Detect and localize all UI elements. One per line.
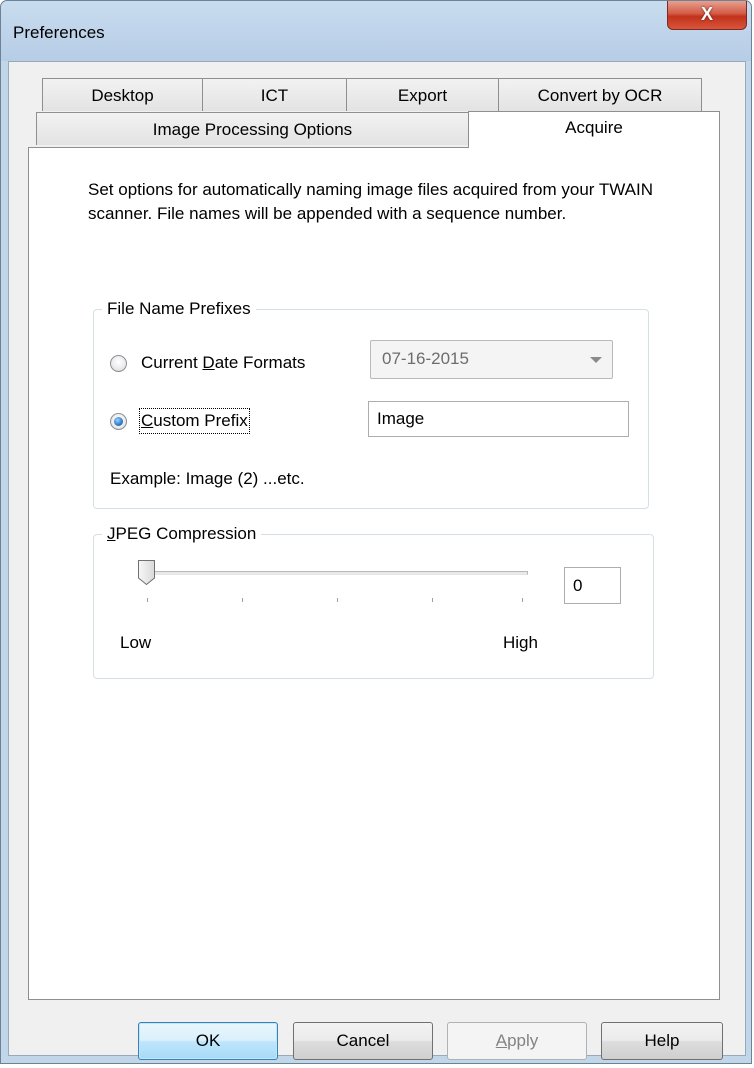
tab-ict[interactable]: ICT xyxy=(202,78,347,111)
ok-button[interactable]: OK xyxy=(138,1022,278,1060)
example-text: Example: Image (2) ...etc. xyxy=(110,469,305,488)
tab-image-processing-options[interactable]: Image Processing Options xyxy=(36,112,469,145)
slider-tick xyxy=(432,598,433,602)
close-icon: X xyxy=(700,4,713,24)
slider-tick xyxy=(337,598,338,602)
apply-button[interactable]: Apply xyxy=(447,1022,587,1060)
jpeg-compression-value-input[interactable] xyxy=(564,567,621,604)
slider-tick xyxy=(147,598,148,602)
slider-high-label: High xyxy=(503,633,538,652)
current-date-formats-radio[interactable] xyxy=(110,355,127,372)
acquire-description: Set options for automatically naming ima… xyxy=(88,180,654,223)
custom-prefix-radio[interactable] xyxy=(110,413,127,430)
tab-convert-by-ocr[interactable]: Convert by OCR xyxy=(498,78,702,111)
close-button[interactable]: X xyxy=(667,1,747,30)
jpeg-compression-group xyxy=(93,534,654,679)
file-name-prefixes-label: File Name Prefixes xyxy=(102,299,256,319)
current-date-formats-label[interactable]: Current Date Formats xyxy=(141,352,305,374)
cancel-button[interactable]: Cancel xyxy=(293,1022,433,1060)
custom-prefix-input[interactable] xyxy=(368,401,629,437)
jpeg-compression-label: JPEG Compression xyxy=(102,524,262,544)
tab-desktop[interactable]: Desktop xyxy=(42,78,203,111)
title-bar[interactable]: Preferences X xyxy=(1,1,751,61)
window-title: Preferences xyxy=(13,23,105,42)
slider-low-label: Low xyxy=(120,633,152,652)
date-format-dropdown[interactable]: 07-16-2015 xyxy=(370,340,613,379)
custom-prefix-label[interactable]: Custom Prefix xyxy=(139,408,250,434)
help-button[interactable]: Help xyxy=(601,1022,723,1060)
jpeg-compression-slider-track[interactable] xyxy=(147,571,528,575)
slider-tick xyxy=(242,598,243,602)
jpeg-compression-slider-thumb[interactable] xyxy=(137,559,156,586)
date-format-value: 07-16-2015 xyxy=(382,349,469,368)
slider-tick xyxy=(522,598,523,602)
tab-export[interactable]: Export xyxy=(346,78,499,111)
tab-acquire[interactable]: Acquire xyxy=(468,111,720,148)
chevron-down-icon xyxy=(590,357,602,363)
